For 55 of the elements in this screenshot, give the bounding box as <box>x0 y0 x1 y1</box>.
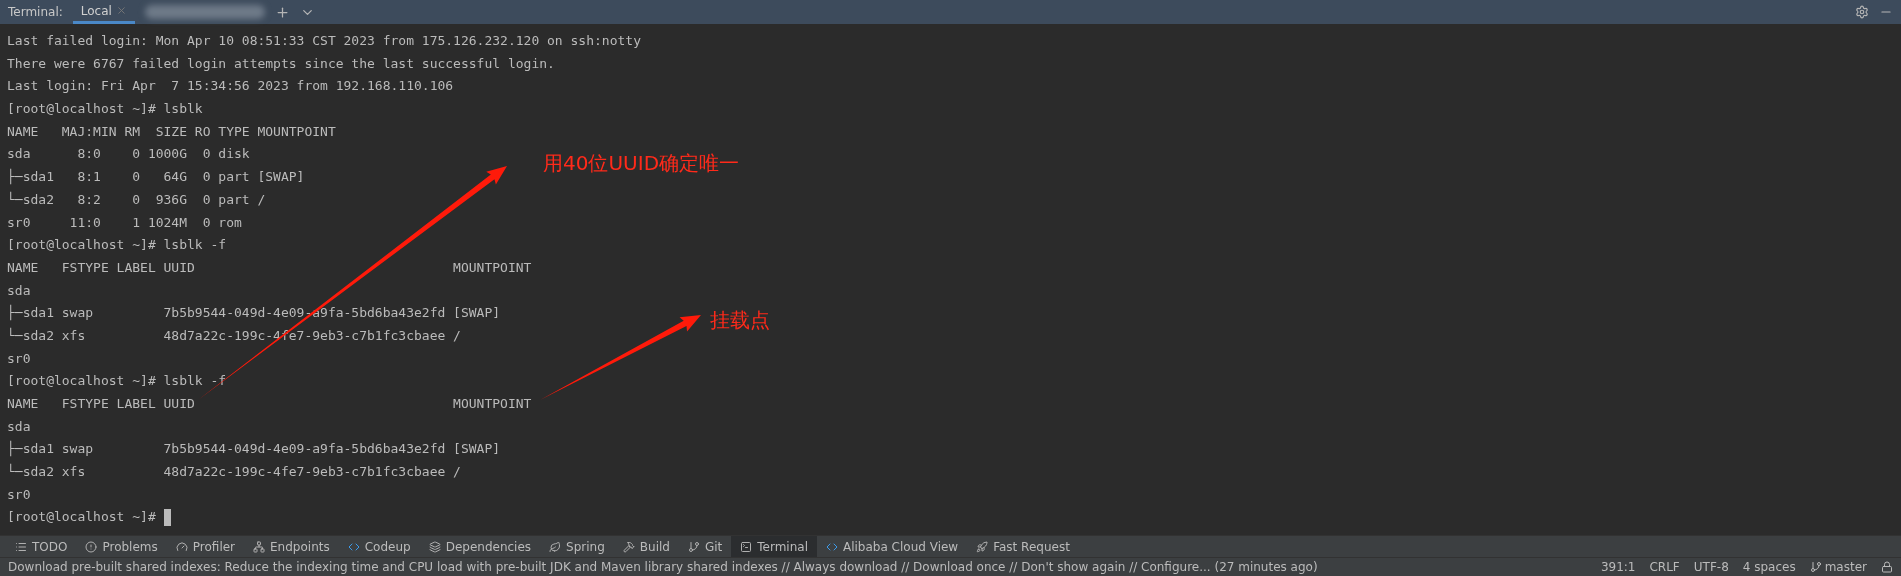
tool-window-button[interactable]: Build <box>613 536 679 557</box>
leaf-icon <box>549 540 562 553</box>
terminal-line: [root@localhost ~]# <box>7 508 157 527</box>
file-encoding[interactable]: UTF-8 <box>1693 560 1729 574</box>
terminal-line: └─sda2 8:2 0 936G 0 part / <box>7 190 266 209</box>
settings-icon[interactable] <box>1855 5 1869 19</box>
terminal-line: sda <box>7 281 31 300</box>
terminal-line: ├─sda1 8:1 0 64G 0 part [SWAP] <box>7 167 305 187</box>
tool-window-button[interactable]: Fast Request <box>967 536 1079 557</box>
terminal-line: sda <box>7 417 31 436</box>
tool-window-button[interactable]: Problems <box>76 536 167 557</box>
tool-window-button[interactable]: Codeup <box>338 536 420 557</box>
annotation: 用40位UUID确定唯一 <box>543 150 740 177</box>
alert-icon <box>85 540 98 553</box>
terminal-line: sr0 <box>7 349 31 368</box>
terminal-line: sr0 <box>7 485 31 504</box>
tool-window-button[interactable]: Terminal <box>731 536 817 557</box>
terminal-line: [root@localhost ~]# lsblk -f <box>7 236 227 255</box>
indent-setting[interactable]: 4 spaces <box>1742 560 1796 574</box>
layers-icon <box>428 540 441 553</box>
annotation: 挂载点 <box>710 307 770 334</box>
branch-icon <box>687 540 700 553</box>
tool-window-button[interactable]: Spring <box>540 536 614 557</box>
terminal-line: NAME FSTYPE LABEL UUID MOUNTPOINT <box>7 258 532 277</box>
panel-title: Terminal: <box>8 5 63 19</box>
terminal-line: ├─sda1 swap 7b5b9544-049d-4e09-a9fa-5bd6ba43e2fd [SWAP] <box>7 439 501 459</box>
rocket-icon <box>976 540 989 553</box>
terminal-line: NAME FSTYPE LABEL UUID MOUNTPOINT <box>7 395 532 413</box>
status-message[interactable]: Download pre-built shared indexes: Reduce the indexing time and CPU load with pre-built JDK and Maven library shared indexes // Always download // Download once // Don't show again // Configure... (27 minutes ago) <box>8 560 1587 574</box>
tool-window-button[interactable]: Endpoints <box>244 536 339 557</box>
terminal-line: NAME MAJ:MIN RM SIZE RO TYPE MOUNTPOINT <box>7 122 336 141</box>
git-branch[interactable]: master <box>1824 560 1867 574</box>
terminal-line: There were 6767 failed login attempts since the last successful login. <box>7 54 555 73</box>
list-icon <box>15 540 27 553</box>
network-icon <box>253 540 266 553</box>
tool-window-button[interactable]: Alibaba Cloud View <box>817 536 968 557</box>
caret-position[interactable]: 391:1 <box>1600 560 1636 574</box>
tool-window-button[interactable]: TODO <box>6 536 77 557</box>
terminal-line: Last login: Fri Apr 7 15:34:56 2023 from 192.168.110.106 <box>7 77 454 96</box>
hammer-icon <box>622 540 635 553</box>
terminal-line: └─sda2 xfs 48d7a22c-199c-4fe7-9eb3-c7b1fc3cbaee / <box>7 462 461 482</box>
line-separator[interactable]: CRLF <box>1649 560 1680 574</box>
terminal-line: sda 8:0 0 1000G 0 disk <box>7 145 250 164</box>
terminal-line: [root@localhost ~]# lsblk -f <box>7 372 227 391</box>
tool-window-button[interactable]: Profiler <box>166 536 245 557</box>
add-icon[interactable] <box>274 4 290 20</box>
terminal-line: [root@localhost ~]# lsblk <box>7 100 203 119</box>
gauge-icon <box>175 540 188 553</box>
lock-icon[interactable] <box>1881 561 1893 573</box>
terminal-line: sr0 11:0 1 1024M 0 rom <box>7 213 242 232</box>
terminal-icon <box>740 540 753 553</box>
branch-icon <box>1809 561 1822 573</box>
tool-window-button[interactable]: Dependencies <box>419 536 541 557</box>
terminal-line: Last failed login: Mon Apr 10 08:51:33 CST 2023 from 175.126.232.120 on ssh:notty <box>7 32 641 50</box>
tool-window-button[interactable]: Git <box>678 536 732 557</box>
